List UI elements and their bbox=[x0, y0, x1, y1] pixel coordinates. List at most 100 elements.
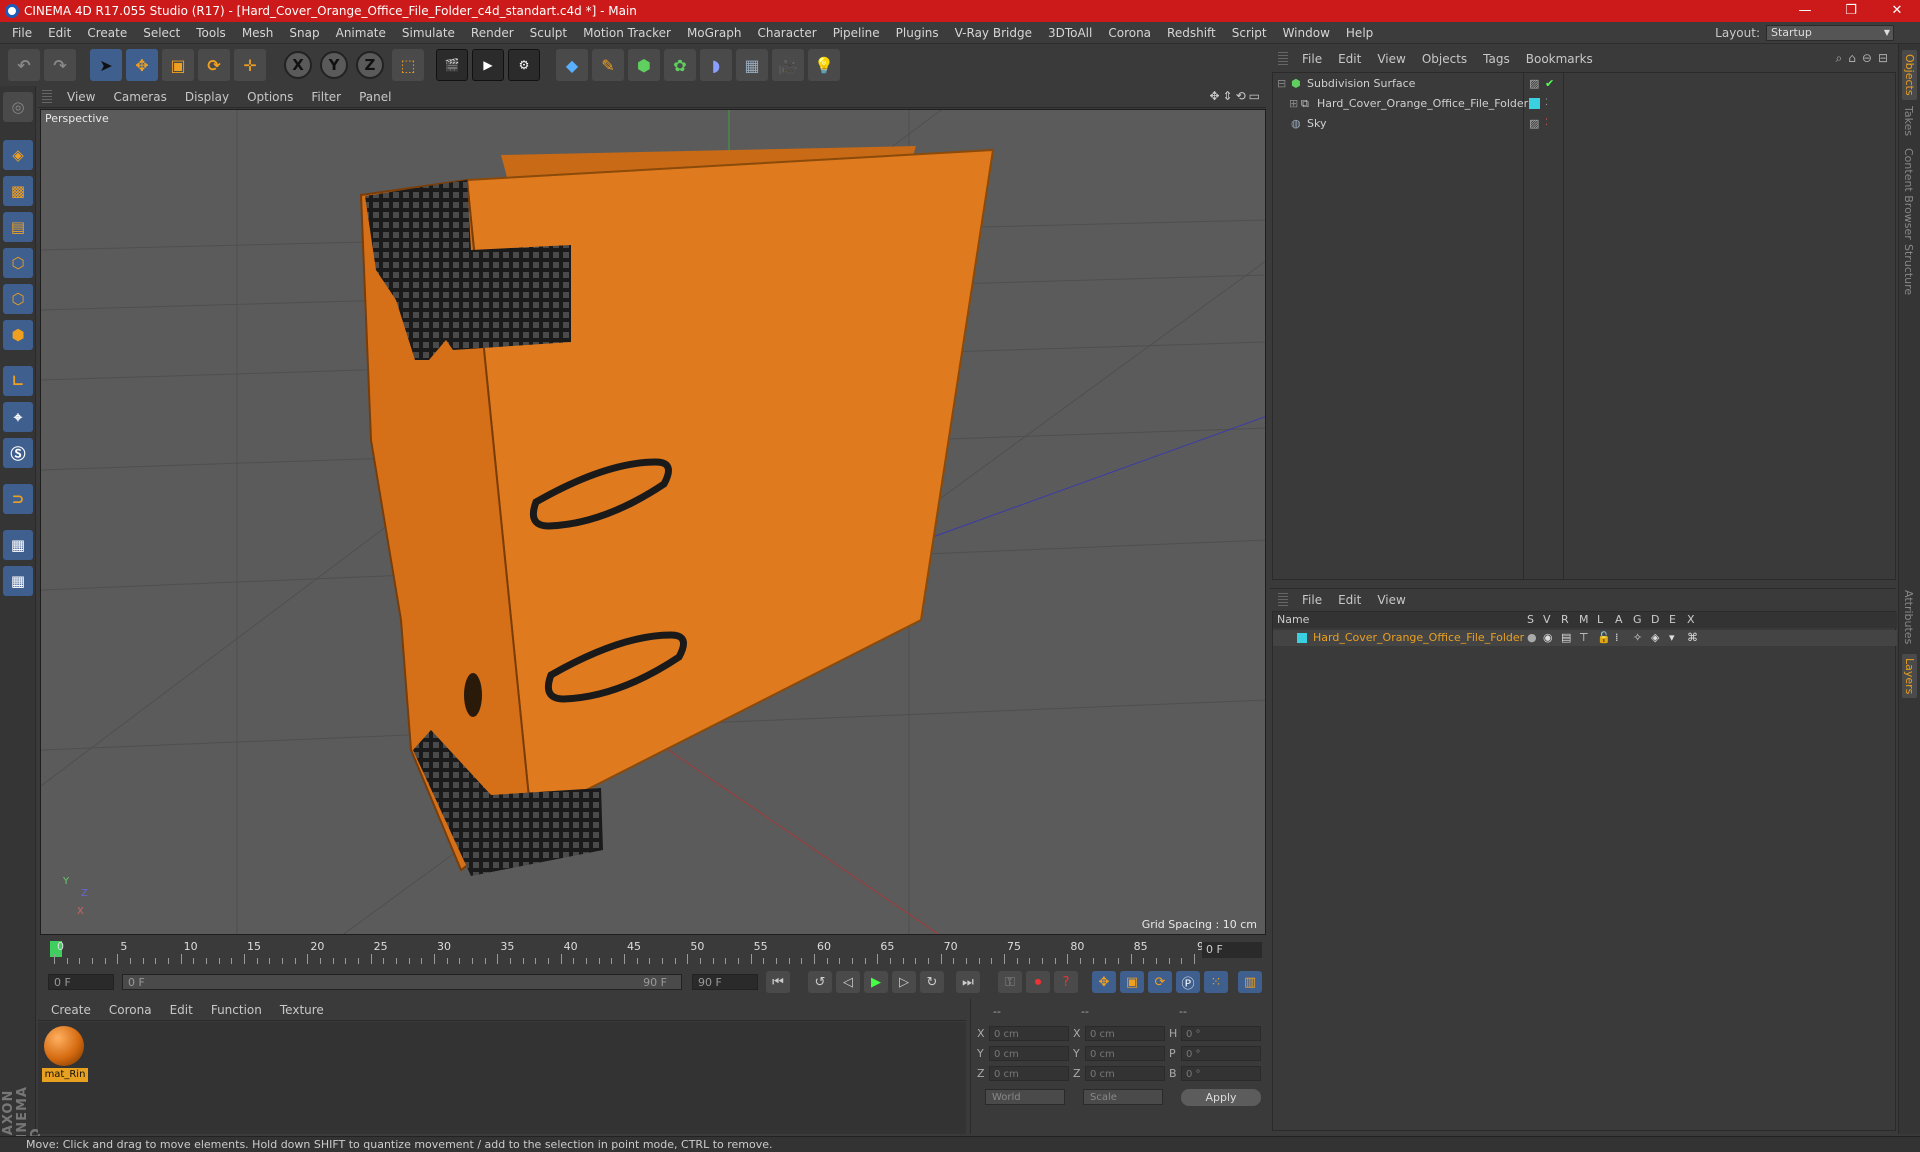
col-animation[interactable]: A bbox=[1615, 612, 1623, 628]
select-tool-button[interactable]: ➤ bbox=[90, 49, 122, 81]
render-settings-button[interactable]: ⚙ bbox=[508, 49, 540, 81]
col-xrefs[interactable]: X bbox=[1687, 612, 1695, 628]
menu-render[interactable]: Render bbox=[463, 26, 522, 40]
material-preview-sphere[interactable] bbox=[44, 1026, 84, 1066]
menu-mograph[interactable]: MoGraph bbox=[679, 26, 750, 40]
preview-range-slider[interactable]: 0 F 90 F bbox=[122, 974, 682, 990]
lm-menu-view[interactable]: View bbox=[1369, 593, 1413, 607]
menu-redshift[interactable]: Redshift bbox=[1159, 26, 1224, 40]
collapse-icon[interactable]: ⊟ bbox=[1277, 74, 1286, 93]
end-frame-field[interactable]: 90 F bbox=[692, 974, 758, 990]
coord-pos-y-field[interactable]: 0 cm bbox=[989, 1046, 1069, 1061]
col-deformers[interactable]: D bbox=[1651, 612, 1659, 628]
layout-dropdown[interactable]: Startup bbox=[1766, 25, 1894, 41]
new-window-icon[interactable]: ⊟ bbox=[1878, 51, 1888, 66]
layer-row[interactable]: Hard_Cover_Orange_Office_File_Folder ● ◉… bbox=[1273, 630, 1897, 646]
render-toggle-icon[interactable]: ▤ bbox=[1561, 630, 1571, 646]
workplane-lock-button[interactable]: ▦ bbox=[3, 530, 33, 560]
object-row-folder[interactable]: ⊞ ⧉ Hard_Cover_Orange_Office_File_Folder… bbox=[1273, 94, 1897, 113]
dolly-icon[interactable]: ⇕ bbox=[1223, 89, 1233, 103]
coord-rot-b-field[interactable]: 0 ° bbox=[1181, 1066, 1261, 1081]
col-generators[interactable]: G bbox=[1633, 612, 1642, 628]
tab-content-browser[interactable]: Content Browser bbox=[1902, 148, 1915, 240]
om-menu-tags[interactable]: Tags bbox=[1475, 52, 1518, 66]
menu-script[interactable]: Script bbox=[1224, 26, 1275, 40]
viewport-menu-filter[interactable]: Filter bbox=[302, 90, 350, 104]
timeline-ruler[interactable]: 051015202530354045505560657075808590 0 F bbox=[38, 938, 1266, 968]
key-pla-button[interactable]: ⁙ bbox=[1204, 971, 1228, 993]
scale-tool-button[interactable]: ▣ bbox=[162, 49, 194, 81]
menu-create[interactable]: Create bbox=[79, 26, 135, 40]
go-to-end-button[interactable]: ⏭ bbox=[956, 971, 980, 993]
visibility-dots-icon[interactable]: ⁚ bbox=[1545, 94, 1548, 113]
rotate-tool-button[interactable]: ⟳ bbox=[198, 49, 230, 81]
lock-toggle-icon[interactable]: 🔓 bbox=[1597, 630, 1611, 646]
start-frame-field[interactable]: 0 F bbox=[48, 974, 114, 990]
maximize-button[interactable]: ❐ bbox=[1828, 0, 1874, 22]
lm-menu-file[interactable]: File bbox=[1294, 593, 1330, 607]
viewport-menu-display[interactable]: Display bbox=[176, 90, 238, 104]
visibility-dots-icon[interactable]: ⁚ bbox=[1545, 114, 1548, 133]
material-menu-edit[interactable]: Edit bbox=[161, 1003, 202, 1017]
tab-attributes[interactable]: Attributes bbox=[1902, 590, 1915, 644]
om-menu-file[interactable]: File bbox=[1294, 52, 1330, 66]
om-menu-bookmarks[interactable]: Bookmarks bbox=[1518, 52, 1601, 66]
perspective-viewport[interactable]: Perspective Grid Spacing : 10 cm Y Z X bbox=[40, 109, 1266, 935]
manager-toggle-icon[interactable]: ⊤ bbox=[1579, 630, 1589, 646]
tab-layers[interactable]: Layers bbox=[1902, 654, 1917, 699]
keyframe-selection-button[interactable]: ? bbox=[1054, 971, 1078, 993]
col-manager[interactable]: M bbox=[1579, 612, 1589, 628]
menu-corona[interactable]: Corona bbox=[1100, 26, 1159, 40]
apply-button[interactable]: Apply bbox=[1181, 1089, 1261, 1106]
om-menu-view[interactable]: View bbox=[1369, 52, 1413, 66]
maximize-view-icon[interactable]: ▭ bbox=[1249, 89, 1260, 103]
redo-button[interactable]: ↷ bbox=[44, 49, 76, 81]
view-toggle-icon[interactable]: ◉ bbox=[1543, 630, 1553, 646]
object-row-subdivision-surface[interactable]: ⊟ ⬢ Subdivision Surface ▨ ✔ bbox=[1273, 74, 1897, 93]
tab-takes[interactable]: Takes bbox=[1902, 106, 1915, 136]
prev-key-button[interactable]: ↺ bbox=[808, 971, 832, 993]
col-locked[interactable]: L bbox=[1597, 612, 1603, 628]
key-parameter-button[interactable]: Ⓟ bbox=[1176, 971, 1200, 993]
coord-size-z-field[interactable]: 0 cm bbox=[1085, 1066, 1165, 1081]
viewport-menu-panel[interactable]: Panel bbox=[350, 90, 400, 104]
play-button[interactable]: ▶ bbox=[864, 971, 888, 993]
mograph-cloner-button[interactable]: ✿ bbox=[664, 49, 696, 81]
xref-toggle-icon[interactable]: ⌘ bbox=[1687, 630, 1698, 646]
solo-mode-button[interactable]: Ⓢ bbox=[3, 438, 33, 468]
col-name[interactable]: Name bbox=[1277, 612, 1309, 628]
menu-vray-bridge[interactable]: V-Ray Bridge bbox=[947, 26, 1040, 40]
tweak-mode-button[interactable]: ⌖ bbox=[3, 402, 33, 432]
menu-help[interactable]: Help bbox=[1338, 26, 1381, 40]
texture-mode-button[interactable]: ▩ bbox=[3, 176, 33, 206]
points-mode-button[interactable]: ⬡ bbox=[3, 248, 33, 278]
om-menu-edit[interactable]: Edit bbox=[1330, 52, 1369, 66]
deformer-button[interactable]: ◗ bbox=[700, 49, 732, 81]
undo-button[interactable]: ↶ bbox=[8, 49, 40, 81]
tab-structure[interactable]: Structure bbox=[1902, 244, 1915, 295]
material-menu-texture[interactable]: Texture bbox=[271, 1003, 333, 1017]
col-render[interactable]: R bbox=[1561, 612, 1569, 628]
coord-size-y-field[interactable]: 0 cm bbox=[1085, 1046, 1165, 1061]
menu-sculpt[interactable]: Sculpt bbox=[522, 26, 575, 40]
move-tool-button[interactable]: ✥ bbox=[126, 49, 158, 81]
lock-icon[interactable]: ⊖ bbox=[1862, 51, 1872, 66]
lm-menu-edit[interactable]: Edit bbox=[1330, 593, 1369, 607]
close-button[interactable]: ✕ bbox=[1874, 0, 1920, 22]
timeline-window-button[interactable]: ▥ bbox=[1238, 971, 1262, 993]
panel-grip-icon[interactable] bbox=[1278, 52, 1288, 66]
col-solo[interactable]: S bbox=[1527, 612, 1534, 628]
menu-pipeline[interactable]: Pipeline bbox=[825, 26, 888, 40]
visibility-toggle-icon[interactable]: ▨ bbox=[1529, 114, 1539, 133]
menu-edit[interactable]: Edit bbox=[40, 26, 79, 40]
key-position-button[interactable]: ✥ bbox=[1092, 971, 1116, 993]
polygons-mode-button[interactable]: ⬢ bbox=[3, 320, 33, 350]
material-manager-area[interactable]: mat_Rin bbox=[38, 1022, 966, 1134]
recent-tool-button[interactable]: ✛ bbox=[234, 49, 266, 81]
coord-pos-z-field[interactable]: 0 cm bbox=[989, 1066, 1069, 1081]
viewport-menu-options[interactable]: Options bbox=[238, 90, 302, 104]
menu-snap[interactable]: Snap bbox=[281, 26, 327, 40]
material-name-label[interactable]: mat_Rin bbox=[42, 1068, 88, 1082]
orbit-icon[interactable]: ⟲ bbox=[1236, 89, 1246, 103]
generator-toggle-icon[interactable]: ✧ bbox=[1633, 630, 1642, 646]
